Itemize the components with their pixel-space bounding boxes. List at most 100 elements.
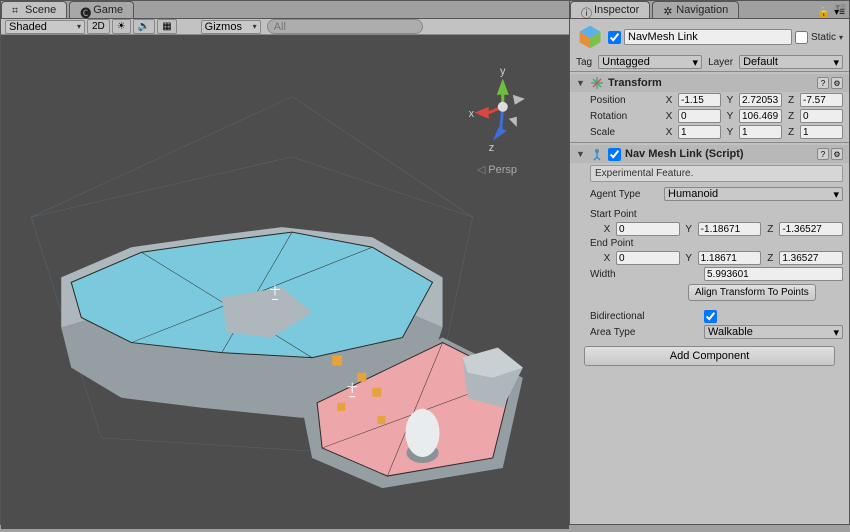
axis-x: X [602, 224, 612, 235]
area-type-select[interactable]: Walkable▾ [704, 325, 843, 339]
lock-icon[interactable]: 🔒 [818, 7, 830, 18]
tab-menu-icon[interactable]: ▾≡ [835, 2, 846, 13]
tab-game-label: Game [93, 4, 123, 16]
position-y-input[interactable] [739, 93, 782, 107]
help-icon[interactable]: ? [817, 77, 829, 89]
tab-inspector-label: Inspector [594, 4, 639, 16]
svg-text:z: z [489, 142, 495, 154]
tab-scene-label: Scene [25, 4, 56, 16]
rotation-x-input[interactable] [678, 109, 721, 123]
axis-x: X [664, 95, 674, 106]
scene-icon: ⌗ [12, 5, 22, 15]
experimental-notice: Experimental Feature. [590, 165, 843, 182]
axis-z: Z [786, 95, 796, 106]
navmeshlink-title: Nav Mesh Link (Script) [625, 148, 813, 160]
scale-z-input[interactable] [800, 125, 843, 139]
shading-mode-label: Shaded [9, 21, 47, 33]
scale-y-input[interactable] [739, 125, 782, 139]
width-label: Width [590, 269, 700, 280]
audio-toggle[interactable]: 🔊 [133, 19, 155, 34]
start-x-input[interactable] [616, 222, 680, 236]
navmeshlink-component: ▼ Nav Mesh Link (Script) ? ⚙ Experimenta… [570, 142, 849, 342]
width-input[interactable] [704, 267, 843, 281]
transform-icon [590, 76, 604, 90]
tab-inspector[interactable]: ⓘInspector [570, 1, 650, 18]
start-point-label: Start Point [570, 208, 849, 221]
mode-2d-button[interactable]: 2D [87, 19, 110, 34]
area-type-value: Walkable [708, 326, 753, 338]
navmeshlink-icon [590, 147, 604, 161]
tag-select[interactable]: Untagged▾ [598, 55, 702, 69]
axis-y: Y [725, 127, 735, 138]
scene-search-input[interactable] [267, 19, 423, 34]
axis-z: Z [765, 253, 775, 264]
fx-toggle[interactable]: ▦ [157, 19, 176, 34]
scene-viewport[interactable]: y x z ◁ Persp [1, 35, 569, 529]
gizmos-label: Gizmos [205, 21, 242, 33]
tag-value: Untagged [602, 56, 650, 68]
transform-foldout[interactable]: ▼ [576, 78, 586, 88]
transform-component: ▼ Transform ? ⚙ Position X Y Z Rotation … [570, 71, 849, 142]
start-y-input[interactable] [698, 222, 762, 236]
axis-y: Y [725, 95, 735, 106]
gameobject-active-checkbox[interactable] [608, 31, 621, 44]
axis-x: X [664, 111, 674, 122]
bidirectional-label: Bidirectional [590, 311, 700, 322]
align-transform-button[interactable]: Align Transform To Points [688, 284, 816, 301]
tab-navigation[interactable]: ✲Navigation [652, 1, 739, 18]
projection-label[interactable]: ◁ Persp [477, 163, 517, 176]
axis-z: Z [786, 127, 796, 138]
position-x-input[interactable] [678, 93, 721, 107]
end-x-input[interactable] [616, 251, 680, 265]
scale-label: Scale [590, 127, 660, 138]
help-icon[interactable]: ? [817, 148, 829, 160]
position-z-input[interactable] [800, 93, 843, 107]
gameobject-name-input[interactable] [624, 29, 792, 45]
gear-icon[interactable]: ⚙ [831, 77, 843, 89]
tag-label: Tag [576, 57, 592, 68]
static-dropdown[interactable]: ▾ [839, 33, 843, 42]
tab-game[interactable]: 🅒Game [69, 1, 134, 18]
navmeshlink-foldout[interactable]: ▼ [576, 149, 586, 159]
axis-z: Z [765, 224, 775, 235]
game-icon: 🅒 [80, 5, 90, 15]
rotation-z-input[interactable] [800, 109, 843, 123]
navmeshlink-enabled-checkbox[interactable] [608, 148, 621, 161]
static-checkbox[interactable] [795, 31, 808, 44]
gizmos-select[interactable]: Gizmos▾ [201, 20, 261, 34]
axis-x: X [664, 127, 674, 138]
end-y-input[interactable] [698, 251, 762, 265]
svg-text:x: x [469, 108, 475, 120]
rotation-y-input[interactable] [739, 109, 782, 123]
inspector-tabbar: ⓘInspector ✲Navigation 🔒 ▾≡ [570, 1, 849, 19]
axis-y: Y [684, 253, 694, 264]
end-z-input[interactable] [779, 251, 843, 265]
layer-value: Default [743, 56, 778, 68]
scene-toolbar: Shaded▾ 2D ☀ 🔊 ▦ Gizmos▾ [1, 19, 569, 35]
area-type-label: Area Type [590, 327, 700, 338]
lighting-toggle[interactable]: ☀ [112, 19, 131, 34]
axis-x: X [602, 253, 612, 264]
gameobject-icon [576, 23, 604, 51]
axis-z: Z [786, 111, 796, 122]
layer-select[interactable]: Default▾ [739, 55, 843, 69]
agent-type-select[interactable]: Humanoid▾ [664, 187, 843, 201]
agent-type-value: Humanoid [668, 188, 718, 200]
end-point-label: End Point [570, 237, 849, 250]
tab-scene[interactable]: ⌗Scene [1, 1, 67, 18]
orientation-gizmo: y x z [469, 66, 525, 154]
axis-y: Y [684, 224, 694, 235]
bidirectional-checkbox[interactable] [704, 310, 717, 323]
tab-navigation-label: Navigation [676, 4, 728, 16]
svg-text:y: y [500, 66, 506, 78]
transform-title: Transform [608, 77, 813, 89]
position-label: Position [590, 95, 660, 106]
navigation-icon: ✲ [663, 5, 673, 15]
start-z-input[interactable] [779, 222, 843, 236]
axis-y: Y [725, 111, 735, 122]
scale-x-input[interactable] [678, 125, 721, 139]
add-component-button[interactable]: Add Component [584, 346, 835, 366]
shading-mode-select[interactable]: Shaded▾ [5, 20, 85, 34]
inspector-icon: ⓘ [581, 5, 591, 15]
gear-icon[interactable]: ⚙ [831, 148, 843, 160]
